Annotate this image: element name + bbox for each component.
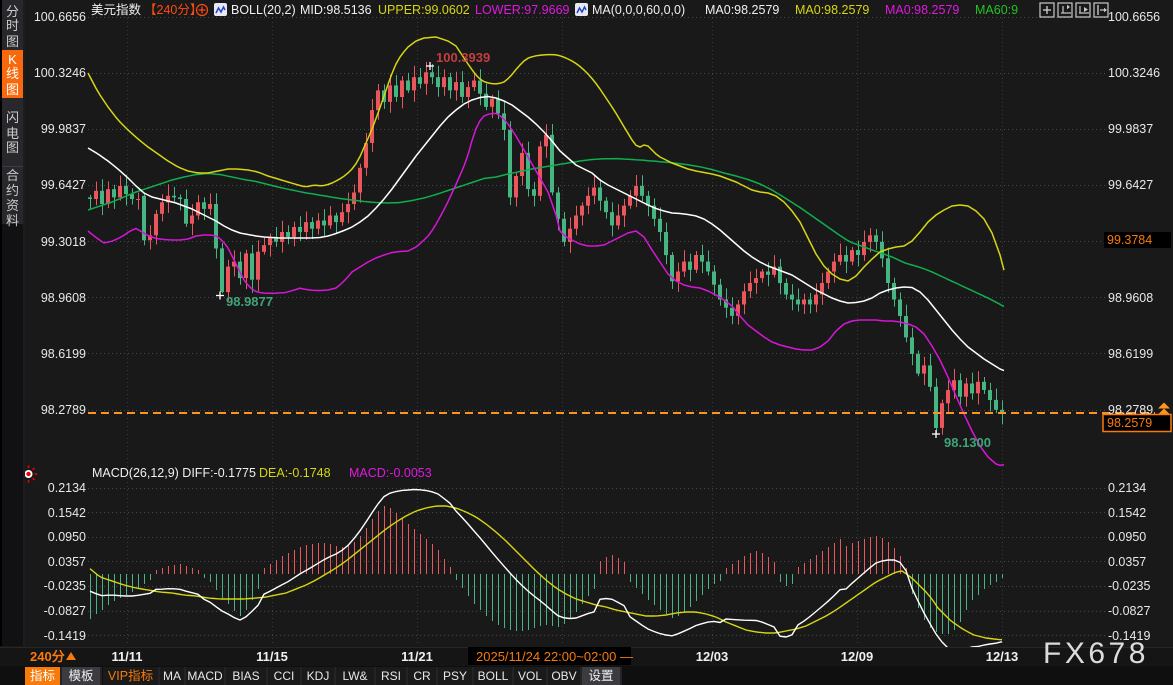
svg-text:设置: 设置 (588, 668, 613, 683)
svg-text:98.2789: 98.2789 (41, 403, 86, 417)
svg-text:2025/11/24 22:00~02:00 —: 2025/11/24 22:00~02:00 — (476, 649, 633, 664)
svg-text:-0.0235: -0.0235 (1108, 579, 1150, 593)
svg-text:99.6427: 99.6427 (1108, 178, 1153, 192)
svg-text:CCI: CCI (274, 669, 295, 683)
svg-text:闪: 闪 (6, 110, 19, 125)
svg-text:240分: 240分 (30, 649, 65, 664)
svg-text:美元指数: 美元指数 (91, 2, 142, 17)
svg-text:合: 合 (6, 168, 19, 183)
svg-text:0.1542: 0.1542 (48, 506, 86, 520)
svg-text:99.9837: 99.9837 (1108, 122, 1153, 136)
svg-text:VOL: VOL (518, 669, 542, 683)
svg-text:98.9608: 98.9608 (41, 291, 86, 305)
svg-text:图: 图 (6, 140, 19, 155)
svg-text:100.3246: 100.3246 (1108, 66, 1160, 80)
svg-text:100.3939: 100.3939 (436, 50, 490, 65)
svg-text:VIP指标: VIP指标 (108, 668, 153, 683)
svg-text:KDJ: KDJ (307, 669, 330, 683)
svg-text:UPPER:99.0602: UPPER:99.0602 (378, 3, 470, 17)
svg-text:0.0357: 0.0357 (1108, 555, 1146, 569)
svg-text:12/03: 12/03 (696, 649, 729, 664)
svg-text:-0.0827: -0.0827 (1108, 604, 1150, 618)
svg-text:0.0950: 0.0950 (1108, 530, 1146, 544)
svg-text:电: 电 (6, 126, 19, 141)
svg-text:MA0:98.2579: MA0:98.2579 (795, 3, 869, 17)
svg-text:12/09: 12/09 (841, 649, 874, 664)
svg-text:-0.0235: -0.0235 (44, 579, 86, 593)
svg-text:MA0:98.2579: MA0:98.2579 (705, 3, 779, 17)
svg-text:分: 分 (6, 4, 19, 19)
svg-text:0.2134: 0.2134 (48, 481, 86, 495)
svg-text:98.9877: 98.9877 (226, 294, 273, 309)
svg-text:11/11: 11/11 (111, 649, 142, 664)
svg-text:资: 资 (6, 198, 19, 213)
svg-text:BIAS: BIAS (232, 669, 259, 683)
svg-text:0.0357: 0.0357 (48, 555, 86, 569)
svg-text:MA(0,0,0,60,0,0): MA(0,0,0,60,0,0) (592, 3, 685, 17)
svg-text:11/15: 11/15 (256, 649, 288, 664)
svg-text:0.1542: 0.1542 (1108, 506, 1146, 520)
svg-text:DEA:-0.1748: DEA:-0.1748 (259, 466, 331, 480)
svg-text:100.6656: 100.6656 (1108, 10, 1160, 24)
svg-text:MA0:98.2579: MA0:98.2579 (885, 3, 959, 17)
svg-text:98.9608: 98.9608 (1108, 291, 1153, 305)
svg-text:【240分】: 【240分】 (144, 3, 202, 17)
svg-text:模板: 模板 (68, 669, 94, 683)
svg-text:FX678: FX678 (1043, 637, 1149, 670)
svg-text:99.9837: 99.9837 (41, 122, 86, 136)
svg-text:12/13: 12/13 (986, 649, 1019, 664)
svg-text:MA: MA (163, 669, 181, 683)
svg-text:线: 线 (6, 66, 19, 81)
svg-text:约: 约 (6, 183, 19, 198)
svg-text:100.3246: 100.3246 (34, 66, 86, 80)
svg-text:LOWER:97.9669: LOWER:97.9669 (475, 3, 570, 17)
svg-text:MACD(26,12,9) DIFF:-0.1775: MACD(26,12,9) DIFF:-0.1775 (92, 466, 256, 480)
svg-text:MID:98.5136: MID:98.5136 (300, 3, 372, 17)
svg-text:LW&: LW& (342, 669, 367, 683)
svg-text:11/21: 11/21 (401, 649, 433, 664)
svg-text:-0.0827: -0.0827 (44, 604, 86, 618)
svg-text:BOLL(20,2): BOLL(20,2) (231, 3, 296, 17)
svg-text:100.6656: 100.6656 (34, 10, 86, 24)
svg-text:99.6427: 99.6427 (41, 178, 86, 192)
svg-text:MACD: MACD (187, 669, 223, 683)
svg-text:图: 图 (6, 34, 19, 49)
svg-text:98.6199: 98.6199 (41, 347, 86, 361)
svg-text:料: 料 (6, 213, 19, 228)
svg-text:BOLL: BOLL (478, 669, 509, 683)
svg-text:CR: CR (413, 669, 431, 683)
svg-text:时: 时 (6, 18, 19, 33)
svg-text:MA60:9: MA60:9 (975, 3, 1018, 17)
svg-text:0.2134: 0.2134 (1108, 481, 1146, 495)
svg-text:98.6199: 98.6199 (1108, 347, 1153, 361)
svg-text:MACD:-0.0053: MACD:-0.0053 (349, 466, 432, 480)
svg-text:-0.1419: -0.1419 (44, 629, 86, 643)
svg-text:98.1300: 98.1300 (944, 435, 991, 450)
svg-text:98.2579: 98.2579 (1107, 416, 1152, 430)
svg-text:图: 图 (6, 82, 19, 97)
svg-text:OBV: OBV (551, 669, 576, 683)
svg-text:0.0950: 0.0950 (48, 530, 86, 544)
svg-text:99.3018: 99.3018 (41, 235, 86, 249)
svg-text:PSY: PSY (443, 669, 467, 683)
svg-text:99.3784: 99.3784 (1107, 233, 1152, 247)
svg-text:K: K (8, 52, 17, 67)
svg-text:指标: 指标 (30, 668, 55, 683)
svg-text:RSI: RSI (381, 669, 401, 683)
